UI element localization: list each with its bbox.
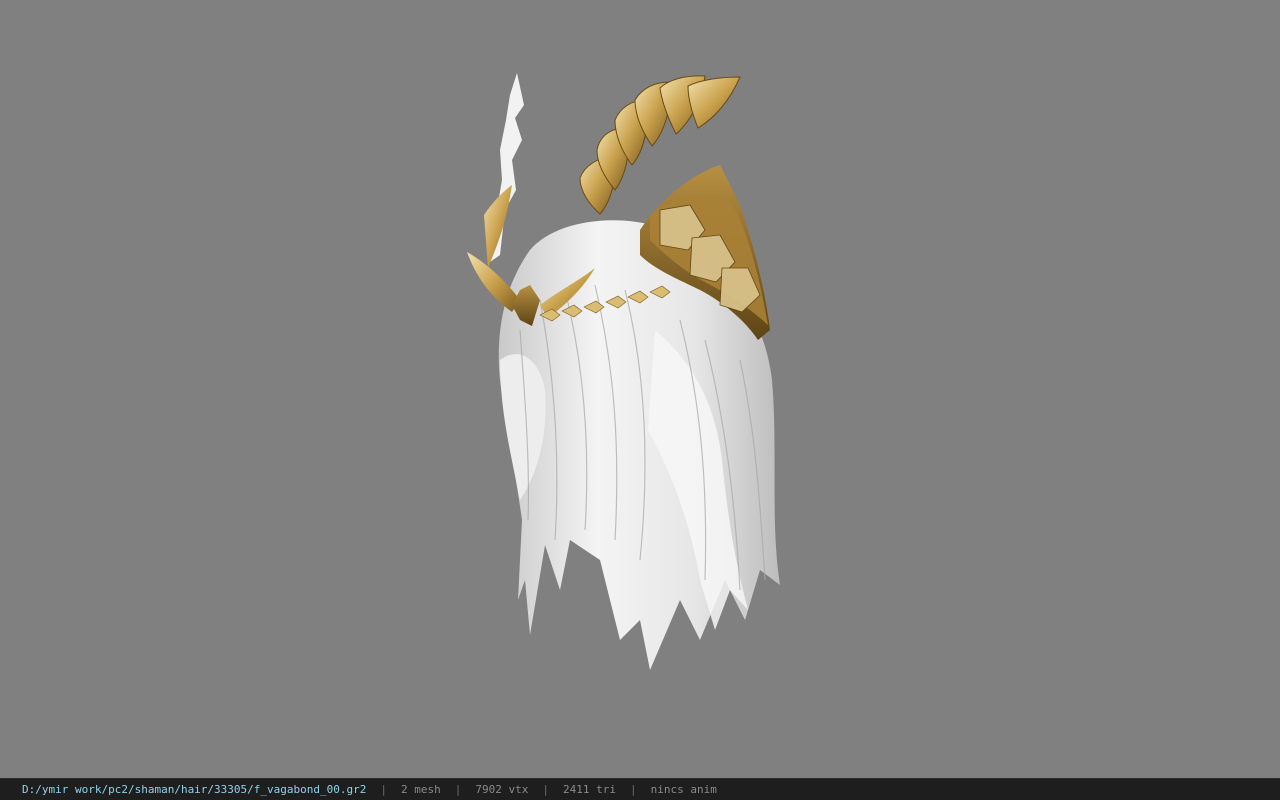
separator: | — [380, 783, 387, 796]
anim-info: nincs anim — [650, 783, 717, 796]
model-render — [467, 73, 780, 670]
left-wing-ornament — [484, 73, 524, 268]
separator: | — [629, 783, 637, 796]
vertex-count: 7902 vtx — [475, 783, 529, 796]
file-path: D:/ymir work/pc2/shaman/hair/33305/f_vag… — [22, 783, 367, 796]
triangle-count: 2411 tri — [562, 783, 616, 796]
mesh-count: 2 mesh — [401, 783, 441, 796]
separator: | — [542, 783, 549, 796]
status-bar: D:/ymir work/pc2/shaman/hair/33305/f_vag… — [0, 778, 1280, 800]
3d-viewport[interactable] — [0, 0, 1280, 778]
separator: | — [454, 783, 462, 796]
